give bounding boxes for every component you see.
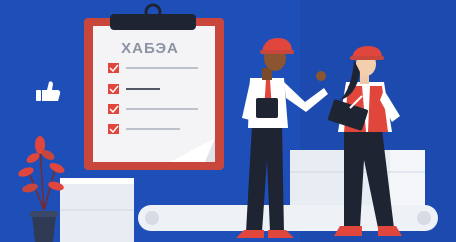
- cabinet: [60, 178, 134, 242]
- safety-illustration: ХАБЭА: [0, 0, 456, 242]
- clipboard: [84, 3, 224, 170]
- illustration-canvas: ХАБЭА: [0, 0, 456, 242]
- clipboard-title: ХАБЭА: [121, 40, 179, 57]
- ok-hand-icon: [316, 71, 326, 81]
